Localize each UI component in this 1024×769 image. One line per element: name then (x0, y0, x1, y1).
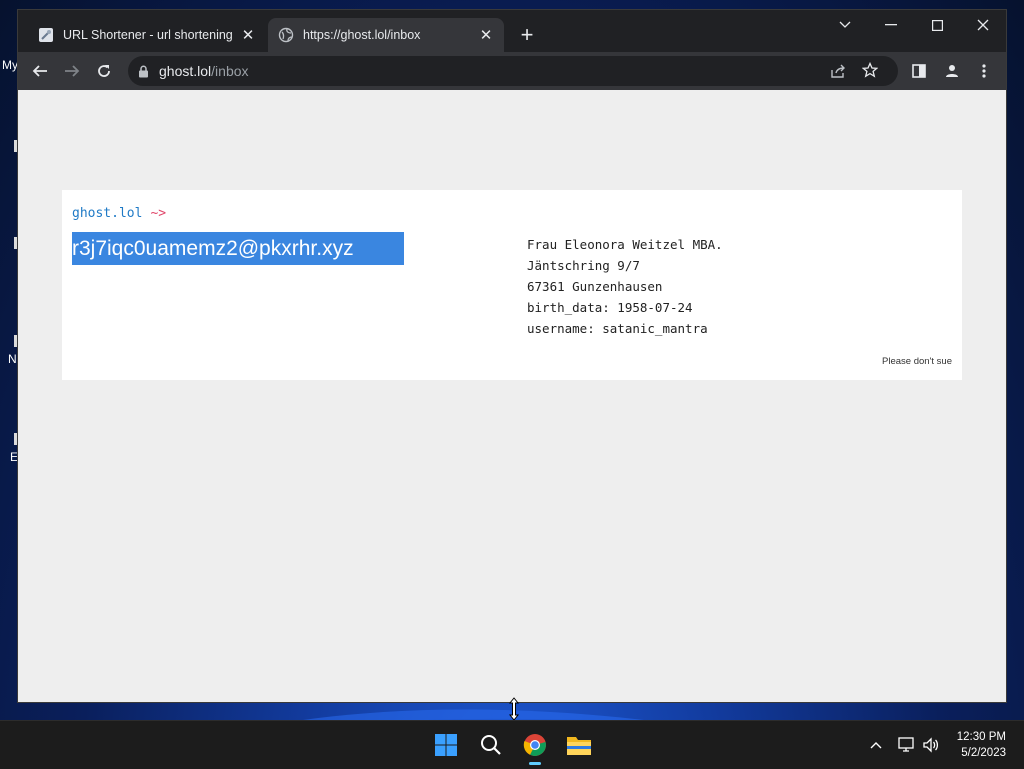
page-viewport: ghost.lol ~> r3j7iqc0uamemz2@pkxrhr.xyz F… (18, 90, 1006, 702)
close-window-button[interactable] (960, 10, 1006, 40)
forward-button[interactable] (60, 59, 84, 83)
taskbar-search-button[interactable] (477, 731, 505, 759)
new-tab-button[interactable]: + (516, 24, 538, 46)
back-button[interactable] (28, 59, 52, 83)
start-button[interactable] (432, 731, 460, 759)
taskbar-chrome-button[interactable] (521, 731, 549, 759)
disclaimer-text: Please don't sue (882, 356, 952, 367)
close-icon (977, 19, 989, 31)
url-path: /inbox (211, 63, 249, 79)
side-panel-icon (912, 64, 926, 78)
profile-icon (946, 65, 958, 77)
chrome-icon (523, 734, 546, 756)
close-tab-icon[interactable]: ✕ (240, 26, 256, 44)
browser-toolbar: ghost.lol/inbox (18, 52, 1006, 90)
url-shortener-favicon (38, 27, 54, 43)
identity-street: Jäntschring 9/7 (527, 258, 640, 273)
site-prompt: ghost.lol ~> (72, 206, 166, 221)
side-panel-button[interactable] (907, 59, 931, 83)
identity-city: 67361 Gunzenhausen (527, 279, 663, 294)
chevron-up-icon (870, 742, 882, 749)
lock-icon[interactable] (138, 65, 149, 78)
desktop-icon-label[interactable]: E (10, 450, 18, 464)
share-icon[interactable] (830, 63, 846, 84)
volume-icon[interactable] (921, 735, 941, 755)
tab-search-button[interactable] (822, 10, 868, 40)
reload-icon (98, 65, 110, 77)
desktop-icon-label[interactable]: N (8, 352, 17, 366)
resize-cursor-icon (508, 697, 520, 721)
tab-url-shortener[interactable]: URL Shortener - url shortening se ✕ (28, 18, 266, 52)
show-hidden-icons-button[interactable] (866, 735, 886, 755)
tab-ghost-inbox[interactable]: https://ghost.lol/inbox ✕ (268, 18, 504, 52)
network-icon[interactable] (897, 735, 917, 755)
close-tab-icon[interactable]: ✕ (478, 26, 494, 44)
maximize-button[interactable] (914, 10, 960, 40)
chevron-down-icon (839, 21, 851, 28)
url-host: ghost.lol (159, 63, 212, 79)
tab-title: URL Shortener - url shortening se (63, 28, 234, 42)
windows-logo-icon (435, 734, 457, 756)
clock-date: 5/2/2023 (961, 747, 1006, 759)
inbox-panel: ghost.lol ~> r3j7iqc0uamemz2@pkxrhr.xyz F… (62, 190, 962, 380)
identity-birth-date: birth_data: 1958-07-24 (527, 300, 693, 315)
browser-window: URL Shortener - url shortening se ✕ http… (18, 10, 1006, 702)
bookmark-star-icon[interactable] (861, 61, 879, 83)
address-bar[interactable]: ghost.lol/inbox (128, 56, 898, 86)
prompt-arrow: ~> (150, 206, 167, 221)
kebab-menu-icon (982, 64, 986, 78)
taskbar: 12:30 PM 5/2/2023 (0, 720, 1024, 769)
folder-icon (567, 737, 591, 755)
forward-arrow-icon (65, 65, 80, 77)
clock-time: 12:30 PM (956, 731, 1006, 743)
minimize-icon (885, 24, 897, 26)
fake-identity-block: Frau Eleonora Weitzel MBA. Jäntschring 9… (527, 234, 723, 339)
menu-button[interactable] (972, 59, 996, 83)
profile-button[interactable] (940, 59, 964, 83)
site-name-link[interactable]: ghost.lol (72, 206, 142, 221)
identity-name: Frau Eleonora Weitzel MBA. (527, 237, 723, 252)
active-app-indicator (529, 762, 541, 765)
tab-strip: URL Shortener - url shortening se ✕ http… (18, 10, 1006, 52)
maximize-icon (931, 19, 943, 31)
identity-username: username: satanic_mantra (527, 321, 708, 336)
back-arrow-icon (32, 65, 47, 77)
globe-icon (278, 27, 294, 43)
taskbar-file-explorer-button[interactable] (565, 731, 593, 759)
desktop-icon-label[interactable]: My (2, 58, 18, 72)
search-icon (481, 735, 501, 755)
system-clock[interactable]: 12:30 PM 5/2/2023 (957, 729, 1006, 761)
generated-email-address[interactable]: r3j7iqc0uamemz2@pkxrhr.xyz (72, 232, 404, 265)
tab-title: https://ghost.lol/inbox (303, 28, 421, 42)
minimize-button[interactable] (868, 10, 914, 40)
reload-button[interactable] (92, 59, 116, 83)
